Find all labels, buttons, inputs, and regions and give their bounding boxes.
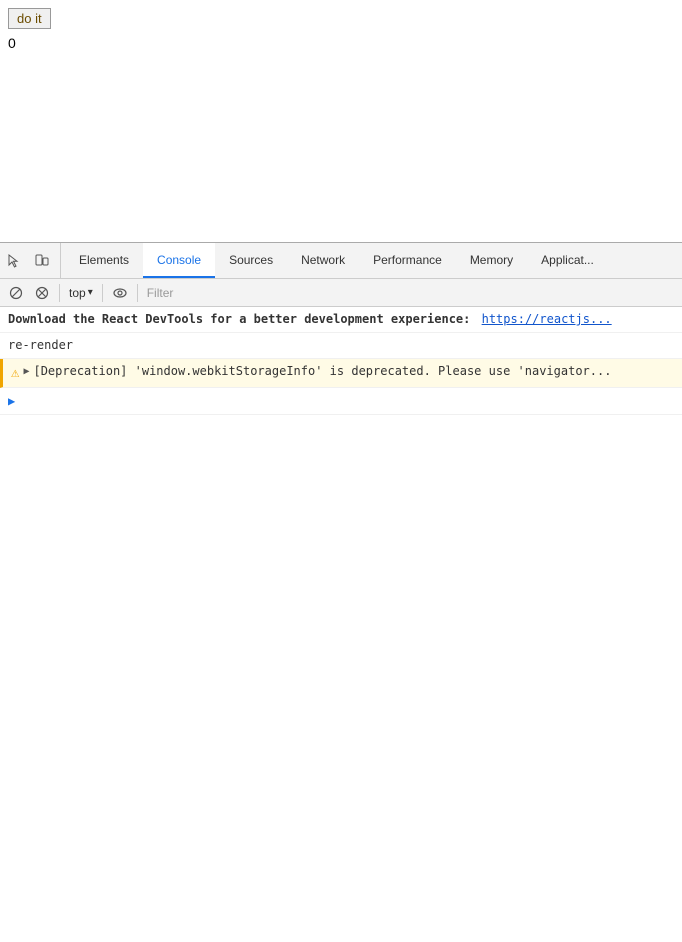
toolbar-separator-1 xyxy=(59,284,60,302)
inspect-element-icon[interactable] xyxy=(0,247,28,275)
prompt-arrow-icon: ▶ xyxy=(8,393,15,410)
device-toolbar-icon[interactable] xyxy=(28,247,56,275)
tab-console[interactable]: Console xyxy=(143,243,215,278)
console-message-link[interactable]: https://reactjs... xyxy=(482,311,612,328)
console-message-rerender-text: re-render xyxy=(8,337,73,354)
counter-display: 0 xyxy=(8,35,674,51)
console-message-deprecation-text: [Deprecation] 'window.webkitStorageInfo'… xyxy=(33,363,611,380)
page-content: do it 0 xyxy=(0,0,682,245)
toolbar-separator-2 xyxy=(102,284,103,302)
tab-application[interactable]: Applicat... xyxy=(527,243,608,278)
devtools-panel: Elements Console Sources Network Perform… xyxy=(0,242,682,942)
tab-memory[interactable]: Memory xyxy=(456,243,527,278)
do-it-button[interactable]: do it xyxy=(8,8,51,29)
tab-sources[interactable]: Sources xyxy=(215,243,287,278)
console-message-rerender: re-render xyxy=(0,333,682,359)
devtools-tabs-bar: Elements Console Sources Network Perform… xyxy=(0,243,682,279)
console-message-react-devtools: Download the React DevTools for a better… xyxy=(0,307,682,333)
tab-network[interactable]: Network xyxy=(287,243,359,278)
expand-arrow-icon[interactable]: ▶ xyxy=(23,365,29,379)
console-toolbar: top ▾ xyxy=(0,279,682,307)
console-prompt-line: ▶ xyxy=(0,388,682,415)
tab-performance[interactable]: Performance xyxy=(359,243,456,278)
tab-elements[interactable]: Elements xyxy=(65,243,143,278)
toolbar-separator-3 xyxy=(137,284,138,302)
devtools-tab-icons xyxy=(0,243,61,278)
context-dropdown[interactable]: top ▾ xyxy=(65,284,97,302)
console-output: Download the React DevTools for a better… xyxy=(0,307,682,942)
stop-icon[interactable] xyxy=(30,281,54,305)
console-message-deprecation: ⚠ ▶ [Deprecation] 'window.webkitStorageI… xyxy=(0,359,682,389)
chevron-down-icon: ▾ xyxy=(88,287,93,298)
clear-console-button[interactable] xyxy=(4,281,28,305)
custom-formatters-icon[interactable] xyxy=(108,281,132,305)
console-message-text-bold: Download the React DevTools for a better… xyxy=(8,311,478,328)
filter-input[interactable] xyxy=(143,286,678,300)
warning-icon: ⚠ xyxy=(11,364,19,384)
